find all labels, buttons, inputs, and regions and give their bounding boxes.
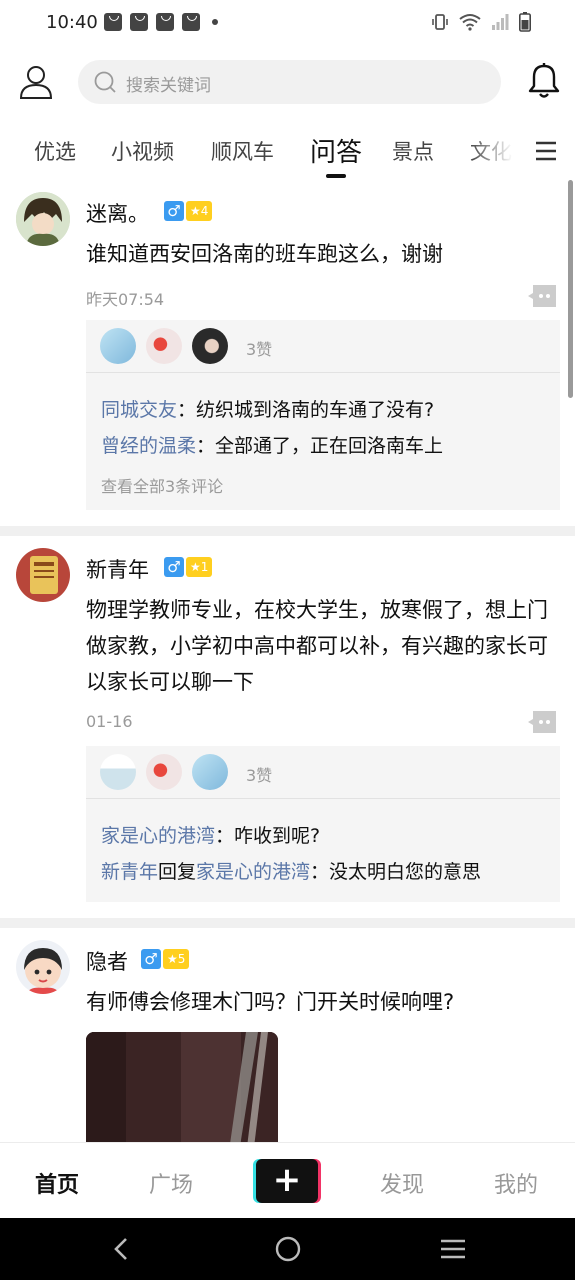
back-icon[interactable]: [108, 1235, 136, 1263]
search-placeholder: 搜索关键词: [126, 76, 211, 96]
post[interactable]: 隐者 ♂ ★5 有师傅会修理木门吗？门开关时候响哩?: [0, 928, 575, 1142]
tab-xiaoshipin[interactable]: 小视频: [111, 136, 174, 166]
notification-icons: [104, 13, 218, 31]
avatar[interactable]: [100, 754, 136, 790]
tab-shunfengche[interactable]: 顺风车: [211, 136, 274, 166]
reply-word: 回复: [158, 861, 197, 883]
post-separator: [0, 526, 575, 536]
avatar[interactable]: [16, 192, 70, 246]
bell-icon[interactable]: [527, 62, 561, 100]
search-icon: [94, 71, 116, 93]
engagement-box: 3赞 同城交友：纺织城到洛南的车通了没有? 曾经的温柔：全部通了，正在回洛南车上…: [86, 320, 560, 510]
menu-icon[interactable]: [534, 140, 558, 162]
post-separator: [0, 918, 575, 928]
user-badges: ♂ ★5: [141, 949, 190, 969]
nav-square[interactable]: 广场: [149, 1167, 193, 1199]
signal-icon: [492, 14, 509, 30]
tab-jingdian[interactable]: 景点: [392, 136, 434, 166]
engagement-box: 3赞 家是心的港湾：咋收到呢? 新青年回复家是心的港湾：没太明白您的意思: [86, 746, 560, 902]
recents-icon[interactable]: [439, 1235, 467, 1263]
tab-wenda[interactable]: 问答: [310, 132, 362, 169]
level-badge: ★5: [163, 949, 190, 969]
feed[interactable]: 迷离。 ♂ ★4 谁知道西安回洛南的班车跑这么，谢谢 昨天07:54 3赞 同城…: [0, 180, 575, 1142]
post-author[interactable]: 隐者: [86, 946, 128, 976]
tab-youxuan[interactable]: 优选: [34, 136, 76, 166]
bag-icon: [104, 13, 122, 31]
comment-text: ：咋收到呢?: [215, 825, 321, 847]
comment-text: ：全部通了，正在回洛南车上: [196, 435, 444, 457]
top-bar: 搜索关键词: [0, 56, 575, 112]
comment-user[interactable]: 同城交友: [101, 399, 177, 421]
view-all-comments[interactable]: 查看全部3条评论: [101, 473, 223, 497]
tab-fade: [470, 126, 520, 182]
comment-item[interactable]: 曾经的温柔：全部通了，正在回洛南车上: [101, 431, 443, 458]
avatar[interactable]: [100, 328, 136, 364]
create-post-button[interactable]: +: [256, 1159, 318, 1203]
liker-avatars: [100, 328, 228, 364]
divider: [86, 372, 560, 373]
bag-icon: [156, 13, 174, 31]
more-notifications-dot: [212, 19, 218, 25]
post-author[interactable]: 迷离。: [86, 198, 149, 228]
plus-icon: +: [272, 1160, 302, 1200]
bag-icon: [130, 13, 148, 31]
comment-user[interactable]: 新青年: [101, 861, 158, 883]
status-indicators: [431, 12, 531, 32]
comment-item[interactable]: 家是心的港湾：咋收到呢?: [101, 821, 320, 848]
status-time: 10:40: [46, 12, 98, 33]
avatar[interactable]: [16, 940, 70, 994]
post-author[interactable]: 新青年: [86, 554, 149, 584]
post-image[interactable]: [86, 1032, 278, 1142]
battery-icon: [519, 12, 531, 32]
post[interactable]: 迷离。 ♂ ★4 谁知道西安回洛南的班车跑这么，谢谢 昨天07:54 3赞 同城…: [0, 180, 575, 536]
liker-avatars: [100, 754, 228, 790]
bottom-nav: 首页 广场 + 发现 我的: [0, 1142, 575, 1218]
likes-count: 3赞: [246, 766, 273, 785]
comment-icon[interactable]: [528, 710, 558, 734]
nav-home[interactable]: 首页: [35, 1167, 79, 1199]
reply-target-user[interactable]: 家是心的港湾: [196, 861, 310, 883]
male-icon: ♂: [141, 949, 161, 969]
avatar[interactable]: [192, 754, 228, 790]
user-badges: ♂ ★4: [164, 201, 213, 221]
male-icon: ♂: [164, 201, 184, 221]
status-bar: 10:40: [0, 0, 575, 48]
comment-user[interactable]: 曾经的温柔: [101, 435, 196, 457]
comment-item[interactable]: 同城交友：纺织城到洛南的车通了没有?: [101, 395, 434, 422]
system-navigation-bar: [0, 1218, 575, 1280]
level-badge: ★1: [186, 557, 213, 577]
vibrate-icon: [432, 14, 448, 30]
comment-item[interactable]: 新青年回复家是心的港湾：没太明白您的意思: [101, 857, 481, 884]
comment-icon[interactable]: [528, 284, 558, 308]
bag-icon: [182, 13, 200, 31]
post-time: 昨天07:54: [86, 290, 165, 309]
active-tab-indicator: [326, 174, 346, 178]
male-icon: ♂: [164, 557, 184, 577]
comment-text: ：纺织城到洛南的车通了没有?: [177, 399, 435, 421]
avatar[interactable]: [192, 328, 228, 364]
post-text[interactable]: 物理学教师专业，在校大学生，放寒假了，想上门做家教，小学初中高中都可以补，有兴趣…: [86, 592, 556, 700]
comment-text: ：没太明白您的意思: [310, 861, 482, 883]
avatar[interactable]: [16, 548, 70, 602]
post-time: 01-16: [86, 712, 133, 731]
nav-discover[interactable]: 发现: [380, 1167, 424, 1199]
level-badge: ★4: [186, 201, 213, 221]
post-text[interactable]: 有师傅会修理木门吗？门开关时候响哩?: [86, 984, 556, 1020]
avatar[interactable]: [146, 328, 182, 364]
avatar[interactable]: [146, 754, 182, 790]
post[interactable]: 新青年 ♂ ★1 物理学教师专业，在校大学生，放寒假了，想上门做家教，小学初中高…: [0, 536, 575, 928]
home-icon[interactable]: [274, 1235, 302, 1263]
nav-mine[interactable]: 我的: [494, 1167, 538, 1199]
wifi-icon: [459, 14, 481, 31]
profile-icon[interactable]: [18, 64, 54, 100]
divider: [86, 798, 560, 799]
search-input[interactable]: 搜索关键词: [78, 60, 501, 104]
user-badges: ♂ ★1: [164, 557, 213, 577]
category-tabs: 优选 小视频 顺风车 问答 景点 文化: [0, 126, 575, 182]
post-text[interactable]: 谁知道西安回洛南的班车跑这么，谢谢: [86, 236, 556, 272]
likes-count: 3赞: [246, 340, 273, 359]
comment-user[interactable]: 家是心的港湾: [101, 825, 215, 847]
